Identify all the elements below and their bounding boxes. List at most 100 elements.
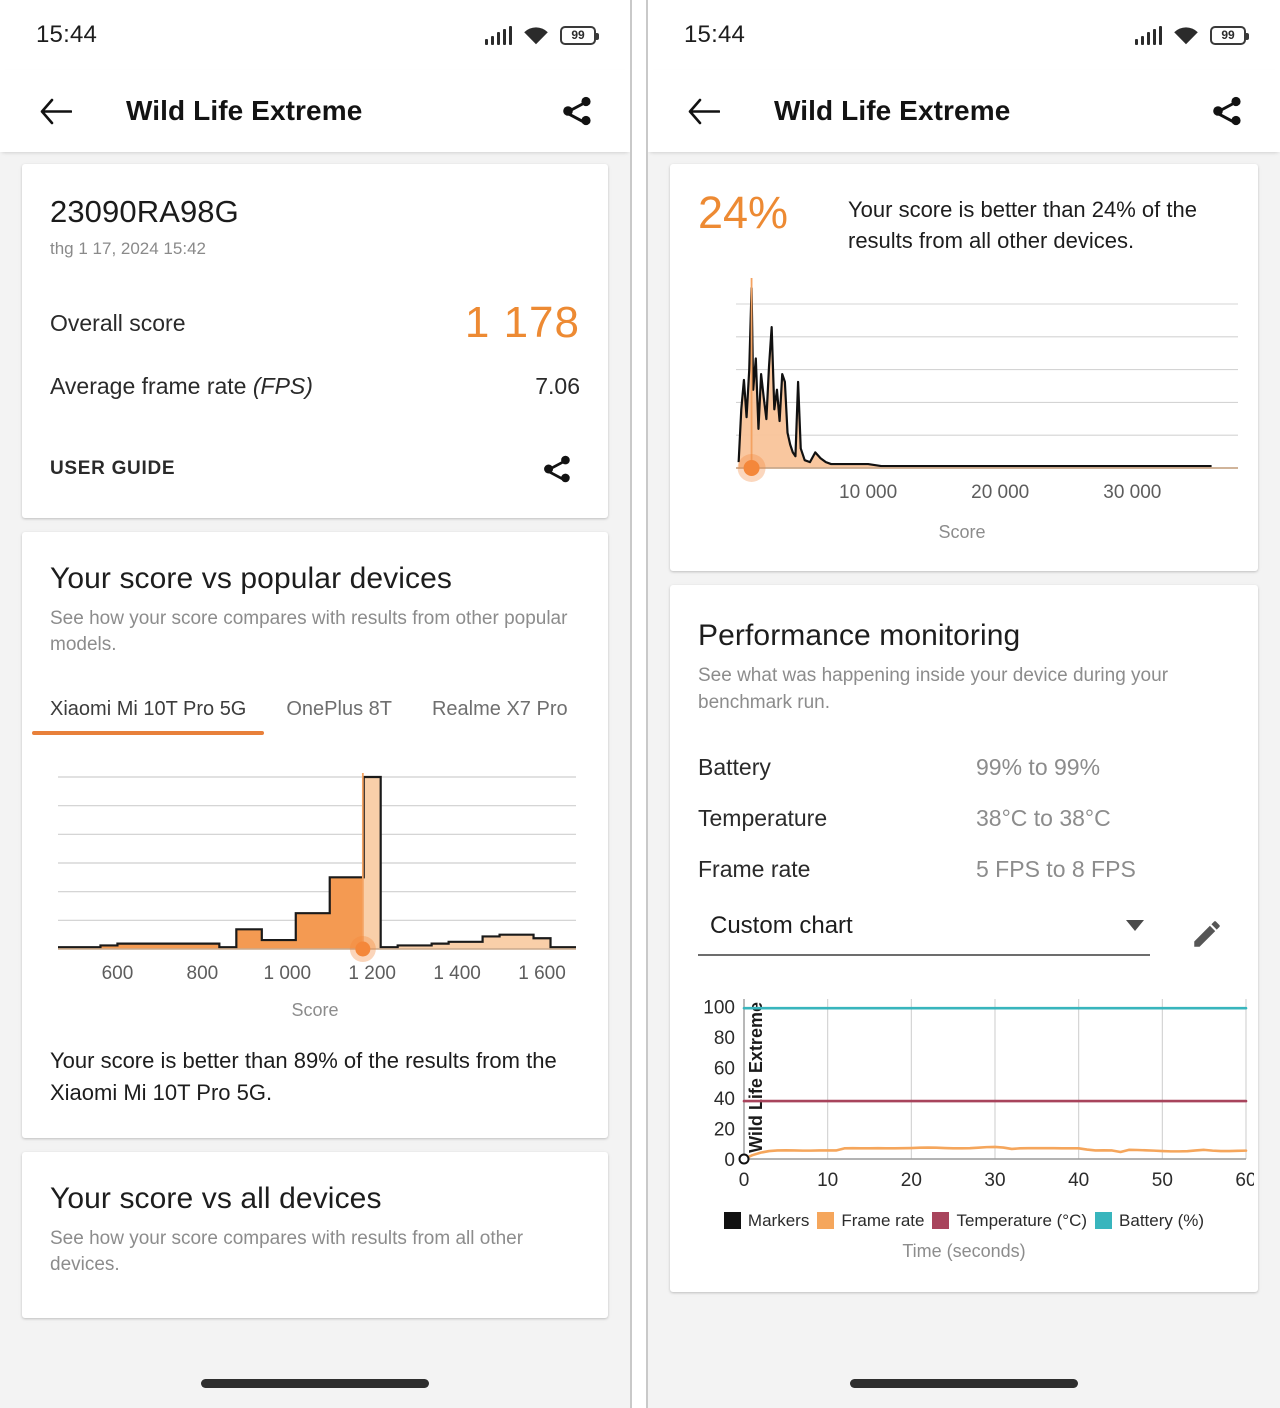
stat-label: Battery — [698, 753, 771, 780]
legend-item-frame-rate: Frame rate — [817, 1211, 924, 1231]
tab-oneplus-8t[interactable]: OnePlus 8T — [286, 698, 392, 735]
chevron-down-icon — [1126, 920, 1144, 932]
svg-text:30 000: 30 000 — [1103, 482, 1161, 503]
user-guide-row: USER GUIDE — [50, 446, 580, 492]
frame-rate-value: 7.06 — [535, 373, 580, 399]
all-devices-title: Your score vs all devices — [50, 1181, 382, 1215]
left-screenshot: 15:44 99 Wild Life Extreme 23090RA98G th… — [0, 0, 632, 1408]
stat-row-frame-rate: Frame rate 5 FPS to 8 FPS — [698, 856, 1230, 883]
svg-text:1 000: 1 000 — [264, 963, 312, 984]
share-icon[interactable] — [1204, 88, 1250, 134]
performance-stats-list: Battery 99% to 99% Temperature 38°C to 3… — [698, 754, 1230, 883]
home-indicator — [0, 1379, 630, 1388]
share-icon[interactable] — [554, 88, 600, 134]
svg-text:20 000: 20 000 — [971, 482, 1029, 503]
legend-label: Temperature (°C) — [956, 1210, 1088, 1230]
chart-select-row: Custom chart — [698, 911, 1230, 957]
scroll-body[interactable]: 24% Your score is better than 24% of the… — [648, 152, 1280, 1292]
chart-select-value: Custom chart — [710, 911, 853, 939]
svg-text:0: 0 — [739, 1170, 750, 1191]
legend-swatch — [817, 1212, 835, 1230]
svg-text:40: 40 — [714, 1089, 735, 1110]
all-devices-subtitle: See how your score compares with results… — [50, 1227, 524, 1276]
stat-label: Frame rate — [698, 855, 811, 882]
page-title: Wild Life Extreme — [126, 95, 363, 126]
status-bar: 15:44 99 — [648, 0, 1280, 70]
svg-text:60: 60 — [714, 1058, 735, 1079]
user-guide-button[interactable]: USER GUIDE — [50, 458, 175, 480]
svg-text:40: 40 — [1068, 1170, 1089, 1191]
stat-label: Temperature — [698, 804, 828, 831]
legend-swatch — [932, 1212, 950, 1230]
legend-label: Markers — [747, 1210, 810, 1230]
signal-icon — [484, 25, 512, 45]
chart-type-select[interactable]: Custom chart — [698, 912, 1150, 956]
page-title: Wild Life Extreme — [774, 95, 1011, 126]
all-devices-percent: 24% — [698, 187, 789, 238]
svg-text:10 000: 10 000 — [839, 482, 897, 503]
legend-label: Battery (%) — [1119, 1210, 1205, 1230]
overall-score-value: 1 178 — [464, 298, 580, 347]
all-devices-histogram: 10 000 20 000 30 000 Score — [670, 256, 1258, 543]
all-devices-blurb: Your score is better than 24% of the res… — [848, 197, 1197, 254]
result-timestamp: thg 1 17, 2024 15:42 — [50, 239, 206, 258]
frame-rate-row: Average frame rate (FPS) 7.06 — [50, 373, 580, 400]
status-icons: 99 — [484, 25, 599, 45]
scroll-body[interactable]: 23090RA98G thg 1 17, 2024 15:42 Overall … — [0, 152, 630, 1319]
legend-label: Frame rate — [841, 1210, 925, 1230]
popular-histogram-x-label: Score — [291, 1000, 339, 1021]
all-histogram-x-label: Score — [938, 522, 986, 543]
svg-text:20: 20 — [714, 1119, 735, 1140]
dual-screenshot-stage: 15:44 99 Wild Life Extreme 23090RA98G th… — [0, 0, 1280, 1408]
svg-text:800: 800 — [187, 963, 219, 984]
pencil-icon[interactable] — [1184, 911, 1230, 957]
overall-score-label: Overall score — [50, 309, 186, 336]
performance-title: Performance monitoring — [698, 619, 1021, 653]
app-bar: Wild Life Extreme — [648, 70, 1280, 152]
tab-realme-x7-pro[interactable]: Realme X7 Pro — [432, 698, 568, 735]
stat-value: 38°C to 38°C — [976, 804, 1111, 831]
svg-text:600: 600 — [102, 963, 134, 984]
tab-xiaomi-mi-10t-pro-5g[interactable]: Xiaomi Mi 10T Pro 5G — [31, 698, 265, 736]
svg-text:Wild Life Extreme: Wild Life Extreme — [746, 1002, 766, 1153]
battery-icon: 99 — [560, 25, 599, 45]
svg-text:1 600: 1 600 — [518, 963, 566, 984]
result-summary-card: 23090RA98G thg 1 17, 2024 15:42 Overall … — [22, 164, 608, 518]
performance-chart-x-label: Time (seconds) — [902, 1240, 1026, 1261]
svg-text:60: 60 — [1235, 1170, 1254, 1191]
status-icons: 99 — [1134, 25, 1249, 45]
svg-text:50: 50 — [1152, 1170, 1173, 1191]
share-icon[interactable] — [534, 446, 580, 492]
svg-text:1 400: 1 400 — [433, 963, 481, 984]
svg-text:20: 20 — [901, 1170, 922, 1191]
svg-text:0: 0 — [724, 1150, 735, 1171]
home-indicator — [648, 1379, 1280, 1388]
stat-value: 99% to 99% — [976, 753, 1101, 780]
app-bar: Wild Life Extreme — [0, 70, 630, 152]
svg-text:100: 100 — [703, 998, 735, 1019]
device-name: 23090RA98G — [50, 194, 239, 229]
battery-icon: 99 — [1210, 25, 1249, 45]
popular-devices-blurb: Your score is better than 89% of the res… — [50, 1048, 557, 1105]
legend-item-markers: Markers — [723, 1210, 810, 1231]
back-arrow-icon[interactable] — [680, 88, 726, 134]
legend-item-battery: Battery (%) — [1095, 1211, 1204, 1231]
performance-monitoring-card: Performance monitoring See what was happ… — [670, 585, 1258, 1292]
frame-rate-label: Average frame rate (FPS) — [50, 373, 313, 399]
svg-text:80: 80 — [714, 1028, 735, 1049]
svg-text:10: 10 — [817, 1170, 838, 1191]
all-devices-card: 24% Your score is better than 24% of the… — [670, 164, 1258, 572]
back-arrow-icon[interactable] — [32, 88, 78, 134]
legend-swatch — [723, 1212, 741, 1230]
popular-devices-histogram: 600 800 1 000 1 200 1 400 1 600 Score — [50, 771, 580, 1021]
performance-subtitle: See what was happening inside your devic… — [698, 665, 1169, 713]
wifi-icon — [523, 26, 549, 45]
chart-legend: Markers Frame rate Temperature (°C) Batt… — [698, 1211, 1230, 1231]
status-clock: 15:44 — [684, 21, 746, 48]
legend-swatch — [1095, 1212, 1113, 1230]
wifi-icon — [1173, 26, 1199, 45]
popular-devices-subtitle: See how your score compares with results… — [50, 608, 568, 656]
stat-row-battery: Battery 99% to 99% — [698, 754, 1230, 781]
signal-icon — [1134, 25, 1162, 45]
all-devices-percent-row: 24% Your score is better than 24% of the… — [670, 164, 1258, 256]
